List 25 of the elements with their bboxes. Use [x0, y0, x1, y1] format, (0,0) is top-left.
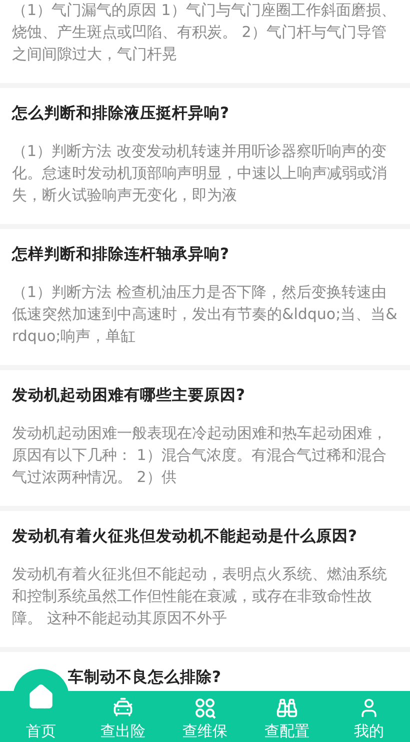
article-card[interactable]: 发动机起动困难有哪些主要原因? 发动机起动困难一般表现在冷起动困难和热车起动困难，原因有以下几种： 1）混合气浓度。有混合气过稀和混合气过浓两种情况。 2）供 — [0, 370, 410, 506]
nav-tab[interactable]: 首页 — [26, 721, 56, 741]
nav-tab[interactable]: 查维保 — [182, 721, 228, 741]
home-icon — [27, 683, 55, 711]
article-card[interactable]: （1）气门漏气的原因 1）气门与气门座圈工作斜面磨损、烧蚀、产生斑点或凹陷、有积炭。 2）气门杆与气门导管之间间隙过大，气门杆晃 — [0, 0, 410, 83]
nav-tab[interactable]: 我的 — [354, 721, 384, 741]
article-card[interactable]: 怎样判断和排除连杆轴承异响? （1）判断方法 检查机油压力是否下降，然后变换转速由低速突然加速到中高速时，发出有节奏的&ldquo;当、当&rdquo;响声，单缸 — [0, 229, 410, 365]
article-title: 车制动不良怎么排除? — [67, 667, 222, 688]
car-icon — [112, 697, 134, 719]
article-title: 怎么判断和排除液压挺杆异响? — [12, 103, 230, 124]
article-title: 发动机起动困难有哪些主要原因? — [12, 385, 246, 406]
article-summary: （1）气门漏气的原因 1）气门与气门座圈工作斜面磨损、烧蚀、产生斑点或凹陷、有积炭。 2）气门杆与气门导管之间间隙过大，气门杆晃 — [12, 0, 397, 65]
article-card[interactable]: 怎么判断和排除液压挺杆异响? （1）判断方法 改变发动机转速并用听诊器察听响声的变化。怠速时发动机顶部响声明显，中速以上响声减弱或消失，断火试验响声无变化，即为液 — [0, 88, 410, 224]
article-summary: （1）判断方法 检查机油压力是否下降，然后变换转速由低速突然加速到中高速时，发出有节奏的&ldquo;当、当&rdquo;响声，单缸 — [12, 282, 398, 347]
article-summary: 发动机起动困难一般表现在冷起动困难和热车起动困难，原因有以下几种： 1）混合气浓度。有混合气过稀和混合气过浓两种情况。 2）供 — [12, 423, 388, 488]
nav-tab[interactable]: 查出险 — [100, 721, 146, 741]
binoculars-icon — [276, 697, 298, 719]
article-card[interactable]: 车制动不良怎么排除? — [0, 652, 410, 691]
circles-icon — [194, 697, 216, 719]
article-card[interactable]: 发动机有着火征兆但发动机不能起动是什么原因? 发动机有着火征兆但不能起动，表明点火系统、燃油系统和控制系统虽然工作但性能在衰减，或存在非致命性故障。 这种不能起动其原因不外乎 — [0, 511, 410, 647]
article-title: 怎样判断和排除连杆轴承异响? — [12, 244, 230, 265]
article-title: 发动机有着火征兆但发动机不能起动是什么原因? — [12, 526, 358, 547]
nav-tab[interactable]: 查配置 — [264, 721, 310, 741]
article-summary: （1）判断方法 改变发动机转速并用听诊器察听响声的变化。怠速时发动机顶部响声明显，中速以上响声减弱或消失，断火试验响声无变化，即为液 — [12, 141, 388, 206]
article-summary: 发动机有着火征兆但不能起动，表明点火系统、燃油系统和控制系统虽然工作但性能在衰减，或存在非致命性故障。 这种不能起动其原因不外乎 — [12, 564, 388, 629]
